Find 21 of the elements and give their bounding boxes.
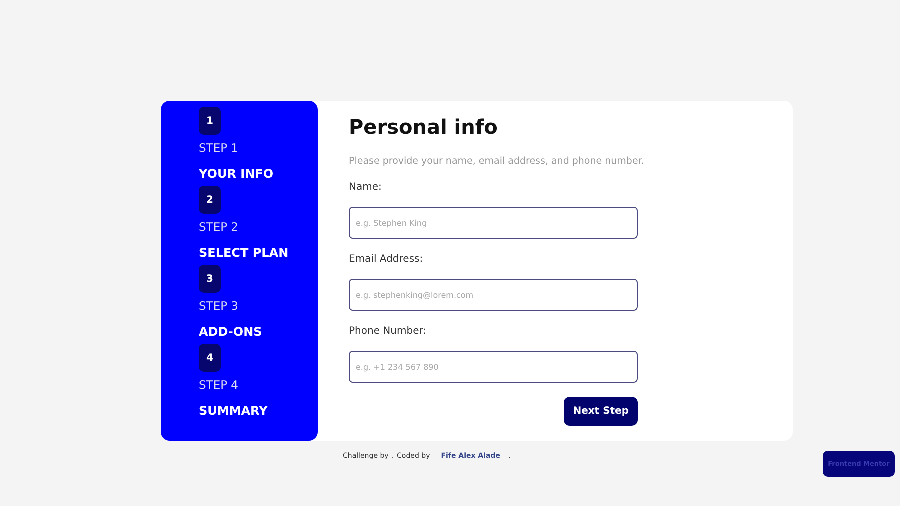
step-number: 1 <box>199 107 221 135</box>
form-subtitle: Please provide your name, email address, and phone number. <box>349 156 644 167</box>
step-number: 2 <box>199 186 221 214</box>
input-field[interactable]: e.g. Stephen King <box>349 207 638 239</box>
form-title: Personal info <box>349 115 498 139</box>
step-label: STEP 2 <box>199 220 240 234</box>
step-label: STEP 1 <box>199 141 240 155</box>
input-field[interactable]: e.g. stephenking@lorem.com <box>349 279 638 311</box>
field-label: Email Address: <box>349 254 424 265</box>
step-title: SUMMARY <box>199 404 269 418</box>
step-label: STEP 4 <box>199 378 240 392</box>
next-step-button[interactable]: Next Step <box>564 397 638 426</box>
input-field[interactable]: e.g. +1 234 567 890 <box>349 351 638 383</box>
step-title: YOUR INFO <box>199 167 275 181</box>
step-title: ADD-ONS <box>199 325 264 339</box>
field-label: Name: <box>349 182 382 193</box>
step-number: 4 <box>199 344 221 372</box>
step-label: STEP 3 <box>199 299 240 313</box>
step-number: 3 <box>199 265 221 293</box>
field-label: Phone Number: <box>349 326 427 337</box>
step-title: SELECT PLAN <box>199 246 290 260</box>
